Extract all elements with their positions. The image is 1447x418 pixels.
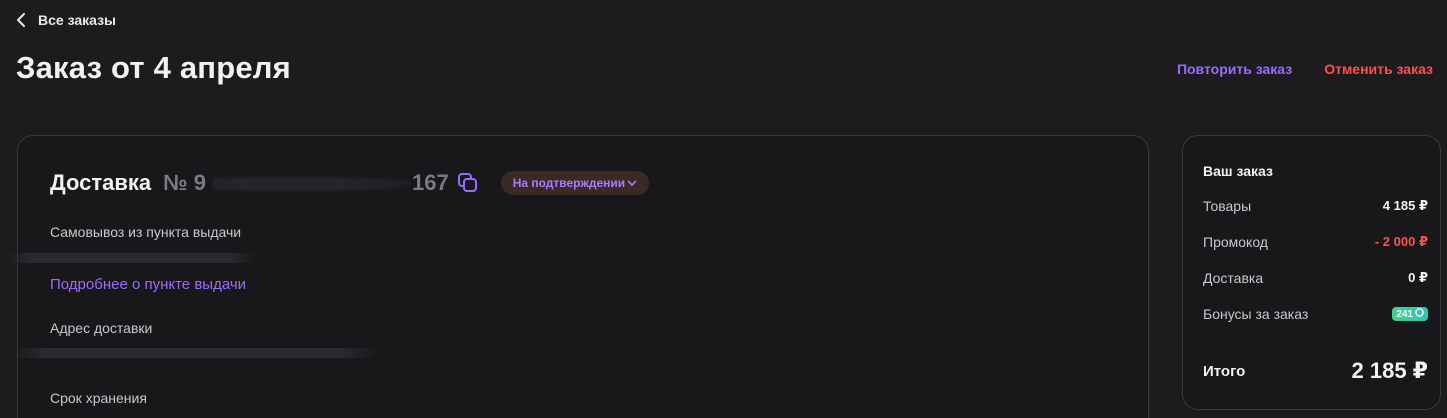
summary-title: Ваш заказ [1203,163,1273,179]
delivery-header: Доставка № 9 167 На подтверждении [50,170,650,196]
total-label: Итого [1203,362,1246,380]
promo-label: Промокод [1203,234,1268,250]
redacted-address [8,348,378,358]
bonus-coin-icon [1415,308,1424,320]
bonus-value: 241 [1396,308,1413,320]
summary-row-delivery: Доставка 0 ₽ [1203,270,1428,286]
status-label: На подтверждении [512,176,626,190]
delivery-cost-value: 0 ₽ [1408,270,1428,285]
order-number-suffix: 167 [411,170,449,195]
order-page: Все заказы Заказ от 4 апреля Повторить з… [0,0,1447,418]
goods-label: Товары [1203,198,1252,214]
order-summary-card: Ваш заказ Товары 4 185 ₽ Промокод - 2 00… [1182,135,1441,410]
total-value: 2 185 ₽ [1351,358,1428,383]
delivery-card: Доставка № 9 167 На подтверждении Самовыв… [6,135,1149,418]
order-actions: Повторить заказ Отменить заказ [1177,61,1433,77]
redacted-pickup-point [6,253,256,263]
address-label: Адрес доставки [50,320,153,336]
status-badge[interactable]: На подтверждении [500,171,650,195]
cancel-order-button[interactable]: Отменить заказ [1324,61,1433,77]
order-number-prefix: № 9 [163,170,206,195]
copy-icon[interactable] [457,172,479,194]
back-link-label: Все заказы [38,12,117,28]
back-to-orders-link[interactable]: Все заказы [16,12,116,28]
bonus-label: Бонусы за заказ [1203,306,1309,322]
bonus-badge: 241 [1392,307,1428,321]
summary-row-promo: Промокод - 2 000 ₽ [1203,234,1428,250]
storage-label: Срок хранения [50,390,147,406]
delivery-title: Доставка [50,170,152,195]
pickup-details-link[interactable]: Подробнее о пункте выдачи [50,276,246,293]
summary-row-goods: Товары 4 185 ₽ [1203,198,1428,214]
chevron-left-icon [16,12,26,28]
redacted-number [211,176,412,193]
summary-row-total: Итого 2 185 ₽ [1203,358,1428,384]
repeat-order-button[interactable]: Повторить заказ [1177,61,1292,77]
pickup-label: Самовывоз из пункта выдачи [50,224,242,240]
page-title: Заказ от 4 апреля [16,50,291,85]
summary-row-bonus: Бонусы за заказ 241 [1203,306,1428,322]
promo-value: - 2 000 ₽ [1374,234,1428,249]
delivery-cost-label: Доставка [1203,270,1264,286]
order-number: № 9 167 [163,170,449,196]
chevron-down-icon [627,176,637,190]
goods-value: 4 185 ₽ [1382,198,1428,213]
